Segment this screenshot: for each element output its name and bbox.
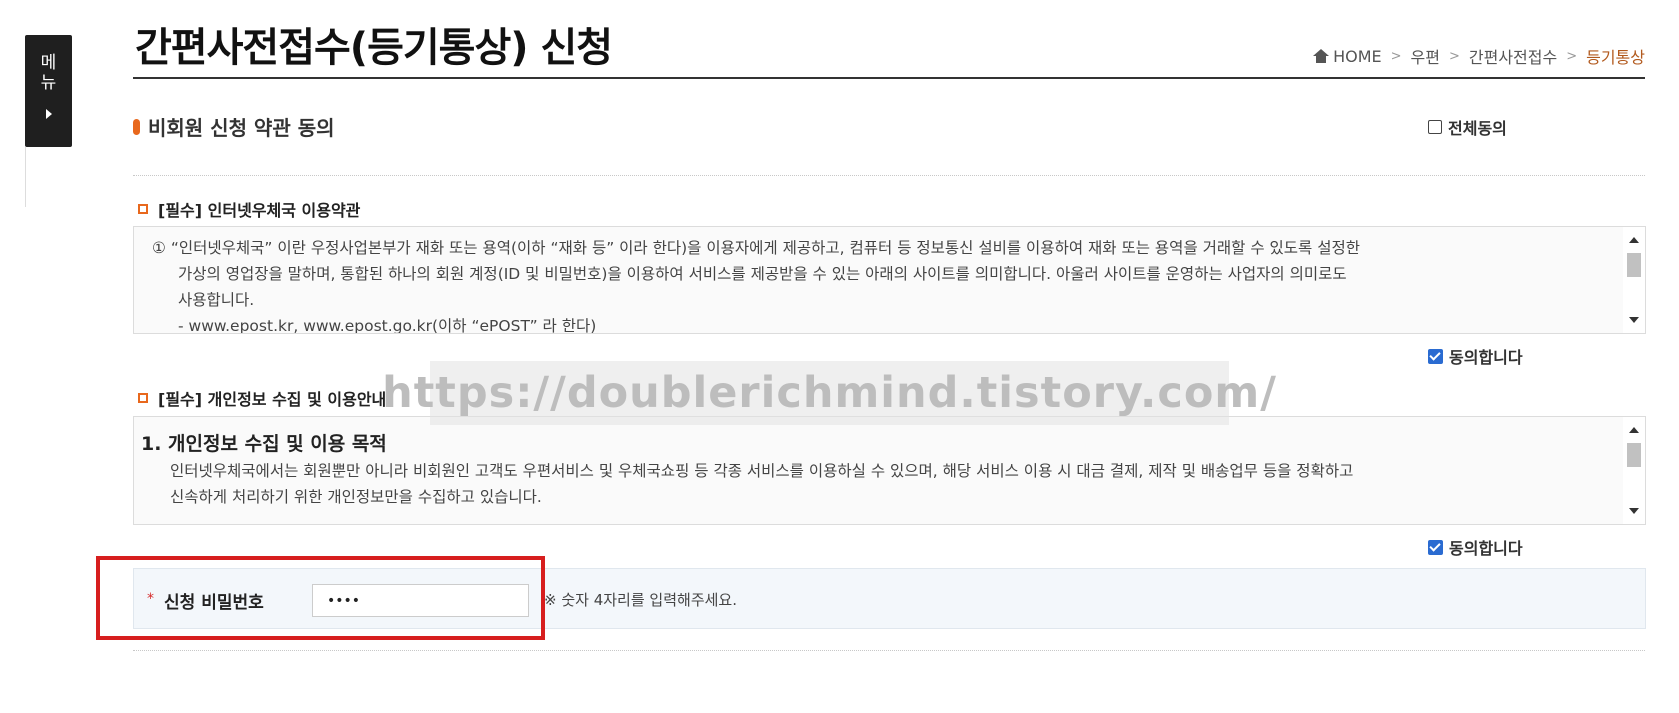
chevron-right-icon: > (1390, 48, 1402, 64)
side-divider (25, 147, 26, 207)
terms2-agree-label[interactable]: 동의합니다 (1449, 535, 1523, 559)
dotted-divider (133, 175, 1645, 176)
side-menu-toggle[interactable]: 메뉴 (25, 35, 72, 147)
terms2-scrollbar[interactable] (1623, 417, 1645, 524)
page-title: 간편사전접수(등기통상) 신청 (135, 25, 613, 71)
scroll-up-icon[interactable] (1629, 237, 1639, 243)
watermark: https://doublerichmind.tistory.com/ (382, 361, 1276, 425)
terms2-box[interactable]: 1. 개인정보 수집 및 이용 목적 인터넷우체국에서는 회원뿐만 아니라 비회… (133, 416, 1646, 525)
section-header: 비회원 신청 약관 동의 (133, 112, 335, 141)
scroll-thumb[interactable] (1627, 443, 1641, 467)
breadcrumb: HOME > 우편 > 간편사전접수 > 등기통상 (1313, 44, 1645, 68)
square-bullet-icon (138, 204, 148, 214)
password-hint: ※ 숫자 4자리를 입력해주세요. (544, 591, 737, 609)
terms2-heading-text: [필수] 개인정보 수집 및 이용안내 (158, 390, 387, 409)
agree-all-label[interactable]: 전체동의 (1448, 115, 1507, 139)
breadcrumb-item-home[interactable]: HOME (1333, 47, 1382, 66)
chevron-right-icon: > (1448, 48, 1460, 64)
terms2-line: 신속하게 처리하기 위한 개인정보만을 수집하고 있습니다. (170, 488, 542, 506)
terms1-box[interactable]: ① “인터넷우체국” 이란 우정사업본부가 재화 또는 용역(이하 “재화 등”… (133, 226, 1646, 334)
scroll-down-icon[interactable] (1629, 317, 1639, 323)
terms1-line: - www.epost.kr, www.epost.go.kr(이하 “ePOS… (178, 317, 597, 334)
checkbox-empty-icon[interactable] (1428, 120, 1442, 134)
agree-all-checkbox[interactable]: 전체동의 (1428, 115, 1507, 139)
terms1-heading: [필수] 인터넷우체국 이용약관 (138, 197, 360, 221)
side-menu-label: 메뉴 (40, 53, 57, 93)
caret-right-icon (45, 109, 52, 119)
title-divider (133, 77, 1645, 79)
section-bullet-icon (133, 118, 140, 135)
square-bullet-icon (138, 393, 148, 403)
terms1-line: ① “인터넷우체국” 이란 우정사업본부가 재화 또는 용역(이하 “재화 등”… (152, 239, 1361, 257)
terms1-line: 사용합니다. (178, 291, 255, 309)
dotted-divider (133, 650, 1645, 651)
scroll-down-icon[interactable] (1629, 508, 1639, 514)
terms2-line: 인터넷우체국에서는 회원뿐만 아니라 비회원인 고객도 우편서비스 및 우체국쇼… (170, 462, 1354, 480)
breadcrumb-item-current: 등기통상 (1586, 48, 1645, 67)
breadcrumb-item-mail[interactable]: 우편 (1411, 44, 1440, 68)
scroll-up-icon[interactable] (1629, 427, 1639, 433)
terms1-heading-text: [필수] 인터넷우체국 이용약관 (158, 201, 361, 220)
terms2-agree-checkbox[interactable]: 동의합니다 (1428, 535, 1523, 559)
breadcrumb-item-prereception[interactable]: 간편사전접수 (1469, 44, 1557, 68)
breadcrumb-home[interactable]: HOME (1313, 47, 1382, 66)
section-title: 비회원 신청 약관 동의 (148, 116, 335, 140)
terms1-agree-checkbox[interactable]: 동의합니다 (1428, 344, 1523, 368)
chevron-right-icon: > (1566, 48, 1578, 64)
checkbox-checked-icon[interactable] (1428, 539, 1443, 555)
checkbox-checked-icon[interactable] (1428, 348, 1443, 364)
terms1-content: ① “인터넷우체국” 이란 우정사업본부가 재화 또는 용역(이하 “재화 등”… (134, 227, 1645, 334)
home-icon (1313, 49, 1330, 63)
highlight-annotation-box (96, 556, 545, 640)
scroll-thumb[interactable] (1627, 253, 1641, 277)
terms2-heading: [필수] 개인정보 수집 및 이용안내 (138, 386, 386, 410)
terms1-scrollbar[interactable] (1623, 227, 1645, 333)
terms1-agree-label[interactable]: 동의합니다 (1449, 344, 1523, 368)
terms1-line: 가상의 영업장을 말하며, 통합된 하나의 회원 계정(ID 및 비밀번호)을 … (178, 265, 1347, 283)
